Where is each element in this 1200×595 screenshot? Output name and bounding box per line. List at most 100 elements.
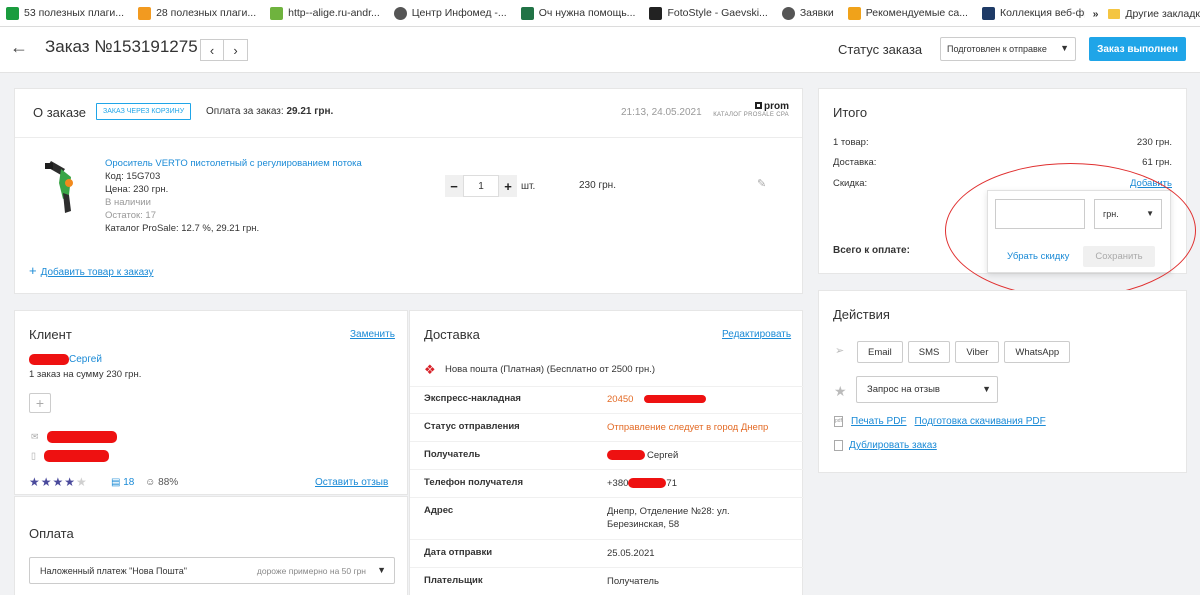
product-catalog-commission: Каталог ProSale: 12.7 %, 29.21 грн.	[105, 223, 260, 234]
prev-order-button[interactable]: ‹	[200, 39, 224, 61]
bookmarks-bar: 53 полезных плаги... 28 полезных плаги..…	[0, 0, 1200, 27]
recipient-phone-value: +380 71	[607, 477, 677, 490]
product-name-link[interactable]: Ороситель VERTO пистолетный с регулирова…	[105, 158, 362, 169]
chevron-down-icon: ▼	[1146, 209, 1154, 218]
product-image[interactable]	[39, 155, 89, 217]
duplicate-order-link[interactable]: Дублировать заказ	[849, 440, 937, 451]
bookmark-item[interactable]: http--alige.ru-andr...	[270, 6, 380, 20]
chevron-down-icon: ▼	[377, 565, 386, 575]
copy-icon	[834, 440, 843, 451]
client-orders-summary: 1 заказ на сумму 230 грн.	[29, 369, 142, 380]
shipment-status-value: Отправление следует в город Днепр	[607, 422, 769, 433]
totals-items-label: 1 товар:	[833, 137, 869, 148]
bookmark-favicon-icon	[6, 6, 19, 20]
shipment-status-label: Статус отправления	[424, 421, 520, 432]
star-icon: ★	[834, 383, 847, 399]
redaction-mark	[628, 478, 667, 489]
delivery-title: Доставка	[424, 327, 480, 342]
bookmarks-overflow: » Другие закладк	[1084, 0, 1200, 26]
print-pdf-link[interactable]: Печать PDF	[851, 416, 907, 427]
email-button[interactable]: Email	[857, 341, 903, 363]
divider	[410, 539, 804, 540]
order-done-button[interactable]: Заказ выполнен	[1089, 37, 1186, 61]
edit-pencil-icon[interactable]: ✎	[757, 177, 766, 190]
bookmark-favicon-icon	[138, 6, 152, 20]
bookmark-item[interactable]: FotoStyle - Gaevski...	[649, 6, 768, 20]
actions-title: Действия	[833, 307, 890, 322]
email-icon: ✉	[31, 431, 118, 443]
quantity-decrease-button[interactable]: −	[445, 175, 463, 197]
viber-button[interactable]: Viber	[955, 341, 1000, 363]
bookmark-item[interactable]: 53 полезных плаги...	[6, 6, 124, 20]
bookmark-item[interactable]: Центр Инфомед -...	[393, 6, 507, 20]
review-request-select[interactable]: Запрос на отзыв ▼	[856, 376, 998, 403]
order-header: ← Заказ №153191275 ‹ › Статус заказа Под…	[0, 27, 1200, 73]
change-client-link[interactable]: Заменить	[350, 329, 395, 340]
leave-review-link[interactable]: Оставить отзыв	[315, 477, 388, 488]
divider	[410, 497, 804, 498]
bookmarks-more-button[interactable]: »	[1093, 8, 1099, 20]
save-discount-button[interactable]: Сохранить	[1083, 246, 1155, 267]
payer-label: Плательщик	[424, 575, 483, 586]
payment-title: Оплата	[29, 526, 74, 541]
globe-icon	[781, 6, 795, 20]
edit-delivery-link[interactable]: Редактировать	[722, 329, 791, 340]
recipient-phone-label: Телефон получателя	[424, 477, 523, 488]
add-discount-link[interactable]: Добавить	[1130, 178, 1172, 189]
prepare-pdf-link[interactable]: Подготовка скачивания PDF	[915, 416, 1046, 427]
product-stock: Остаток: 17	[105, 210, 156, 221]
waybill-value[interactable]: 20450	[607, 393, 707, 406]
back-arrow-icon[interactable]: ←	[10, 37, 28, 58]
bookmark-item[interactable]: 28 полезных плаги...	[138, 6, 256, 20]
comment-icon: ▤	[111, 477, 121, 488]
bookmark-favicon-icon	[981, 6, 995, 20]
product-price: Цена: 230 грн.	[105, 184, 169, 195]
add-product-link[interactable]: + Добавить товар к заказу	[29, 263, 154, 278]
recipient-phone-prefix: +380	[607, 478, 629, 489]
bookmark-item[interactable]: Оч нужна помощь...	[520, 6, 635, 20]
client-title: Клиент	[29, 327, 72, 342]
total-due-label: Всего к оплате:	[833, 245, 910, 256]
divider	[410, 567, 804, 568]
add-product-label: Добавить товар к заказу	[40, 267, 154, 278]
send-icon: ➢	[835, 345, 845, 357]
discount-currency-select[interactable]: грн. ▼	[1094, 199, 1162, 229]
quantity-input[interactable]: 1	[463, 175, 499, 197]
pdf-row: pdf Печать PDF Подготовка скачивания PDF	[834, 416, 1046, 427]
client-name[interactable]: Сергей	[29, 354, 102, 365]
client-review-count[interactable]: 18	[123, 477, 134, 488]
discount-amount-input[interactable]	[995, 199, 1085, 229]
sms-button[interactable]: SMS	[907, 341, 951, 363]
address-value: Днепр, Отделение №28: ул. Березинская, 5…	[607, 506, 730, 530]
quantity-increase-button[interactable]: +	[499, 175, 517, 197]
delivery-carrier-name: Нова пошта (Платная) (Бесплатно от 2500 …	[445, 364, 656, 375]
remove-discount-link[interactable]: Убрать скидку	[1007, 251, 1069, 262]
discount-popup: грн. ▼ Убрать скидку Сохранить	[987, 190, 1171, 273]
message-buttons: Email SMS Viber WhatsApp	[857, 341, 1071, 363]
next-order-button[interactable]: ›	[224, 39, 248, 61]
ship-date-label: Дата отправки	[424, 547, 493, 558]
phone-icon: ▯	[31, 450, 110, 462]
order-payment-label: Оплата за заказ:	[206, 106, 284, 117]
order-details-card: О заказе ЗАКАЗ ЧЕРЕЗ КОРЗИНУ Оплата за з…	[14, 88, 803, 294]
prom-brand: prom	[764, 101, 789, 112]
smile-icon: ☺	[145, 477, 156, 488]
divider	[410, 441, 804, 442]
bookmark-item[interactable]: Коллекция веб-фр...	[981, 6, 1099, 20]
waybill-number: 20450	[607, 394, 634, 405]
whatsapp-button[interactable]: WhatsApp	[1004, 341, 1071, 363]
bookmark-item[interactable]: Заявки	[781, 6, 834, 20]
order-status-select[interactable]: Подготовлен к отправке ▼	[940, 37, 1076, 61]
other-bookmarks[interactable]: Другие закладк	[1125, 8, 1200, 20]
recipient-label: Получатель	[424, 449, 481, 460]
client-stats: ▤ 18 ☺ 88%	[111, 477, 178, 488]
totals-row-items: 1 товар: 230 грн.	[833, 137, 1172, 148]
quantity-unit: шт.	[521, 180, 536, 192]
client-card: Клиент Заменить Сергей 1 заказ на сумму …	[14, 310, 408, 495]
product-availability: В наличии	[105, 197, 151, 208]
waybill-label: Экспресс-накладная	[424, 393, 521, 404]
bookmark-item[interactable]: Рекомендуемые са...	[847, 6, 968, 20]
payment-method-select[interactable]: Наложенный платеж "Нова Пошта" дороже пр…	[29, 557, 395, 584]
product-info: Ороситель VERTO пистолетный с регулирова…	[105, 157, 362, 235]
add-contact-button[interactable]: +	[29, 393, 51, 413]
